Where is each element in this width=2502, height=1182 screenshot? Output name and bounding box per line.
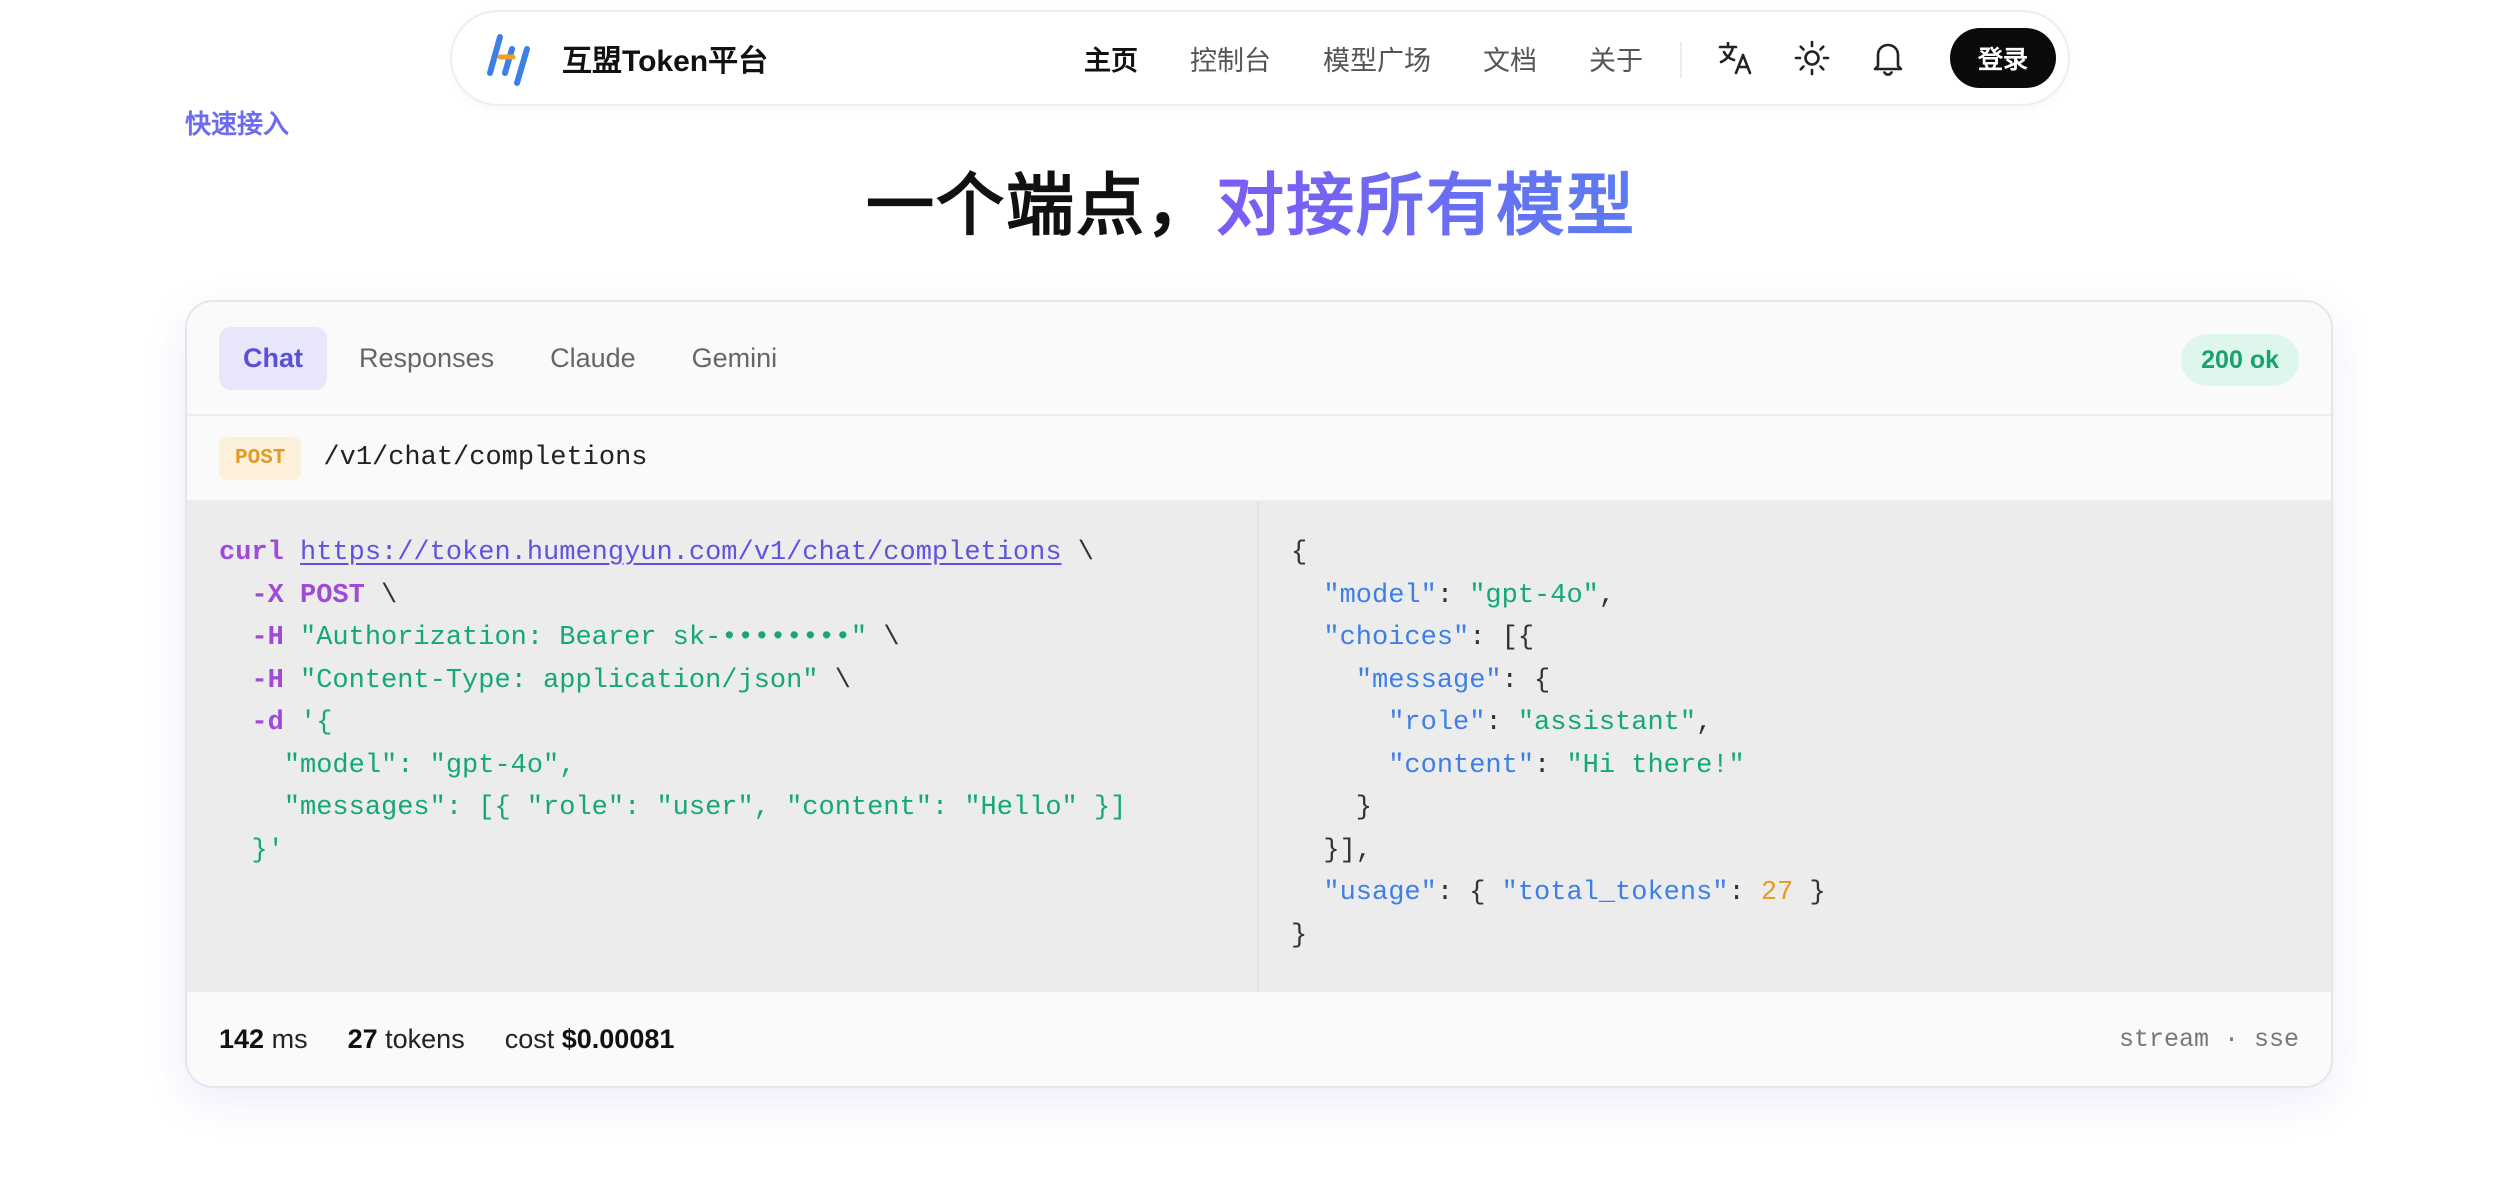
theme-sun-icon[interactable]: [1790, 36, 1834, 80]
cost-metric: cost $0.00081: [504, 1023, 675, 1054]
nav-divider: [1680, 42, 1682, 78]
request-url-link[interactable]: https://token.humengyun.com/v1/chat/comp…: [300, 538, 1062, 568]
code-line: "messages": [{ "role": "user", "content"…: [283, 793, 1127, 823]
code-line: "message": {: [1355, 665, 1551, 696]
code-line: }: [1291, 793, 1373, 823]
api-demo-card: Chat Responses Claude Gemini 200 ok POST…: [185, 300, 2333, 1088]
code-line: -d '{: [251, 708, 333, 738]
code-line: -H "Content-Type: application/json" \: [251, 665, 851, 696]
tab-gemini[interactable]: Gemini: [668, 327, 802, 390]
nav-links: 主页 控制台 模型广场 文档 关于: [1084, 12, 1695, 104]
status-badge: 200 ok: [2181, 334, 2299, 386]
code-line: "model": "gpt-4o",: [1323, 580, 1616, 611]
tokens-metric: 27 tokens: [347, 1023, 465, 1054]
code-area: curl https://token.humengyun.com/v1/chat…: [187, 502, 2331, 992]
nav-link-docs[interactable]: 文档: [1483, 39, 1537, 78]
nav-link-home[interactable]: 主页: [1084, 39, 1138, 78]
section-tag[interactable]: 快速接入: [185, 104, 289, 141]
code-line: }: [1291, 920, 1308, 951]
nav-link-console[interactable]: 控制台: [1190, 39, 1271, 78]
code-line: "role": "assistant",: [1388, 708, 1713, 738]
endpoint-bar: POST /v1/chat/completions: [187, 416, 2331, 502]
code-line: "choices": [{: [1323, 623, 1535, 653]
brand[interactable]: 互盟Token平台: [486, 29, 768, 87]
nav-link-about[interactable]: 关于: [1589, 39, 1643, 78]
code-line: }': [251, 835, 284, 866]
nav-link-models[interactable]: 模型广场: [1323, 39, 1431, 78]
code-line: {: [1291, 538, 1308, 568]
code-line: -X POST \: [251, 580, 398, 611]
latency-metric: 142 ms: [219, 1023, 308, 1054]
hero-title: 一个端点，对接所有模型: [0, 150, 2502, 249]
stream-mode-label: stream · sse: [2118, 1024, 2299, 1054]
hero-title-accent: 对接所有模型: [1216, 168, 1637, 244]
response-code-pane: { "model": "gpt-4o", "choices": [{ "mess…: [1259, 502, 2331, 992]
code-line: -H "Authorization: Bearer sk-••••••••" \: [251, 623, 900, 653]
request-code-pane: curl https://token.humengyun.com/v1/chat…: [187, 502, 1259, 992]
brand-name: 互盟Token平台: [562, 45, 769, 78]
nav-actions: [1714, 12, 1942, 104]
top-navigation: 互盟Token平台 主页 控制台 模型广场 文档 关于 登录: [450, 10, 2070, 106]
notification-bell-icon[interactable]: [1866, 36, 1910, 80]
tab-claude[interactable]: Claude: [526, 327, 660, 390]
api-tabs: Chat Responses Claude Gemini 200 ok: [187, 302, 2331, 416]
http-method-badge: POST: [219, 436, 302, 480]
code-line: }],: [1291, 835, 1373, 866]
tab-chat[interactable]: Chat: [219, 326, 327, 390]
metrics-footer: 142 ms 27 tokens cost $0.00081 stream · …: [187, 992, 2331, 1086]
code-line: "content": "Hi there!": [1388, 750, 1745, 781]
tab-responses[interactable]: Responses: [335, 327, 518, 390]
hero-title-plain: 一个端点，: [865, 168, 1216, 244]
code-line: "usage": { "total_tokens": 27 }: [1323, 878, 1826, 908]
login-button[interactable]: 登录: [1950, 28, 2056, 88]
endpoint-path: /v1/chat/completions: [323, 443, 648, 473]
code-line: "model": "gpt-4o",: [283, 750, 576, 781]
code-line: curl https://token.humengyun.com/v1/chat…: [219, 538, 1094, 568]
brand-logo-icon: [487, 34, 530, 86]
translate-icon[interactable]: [1714, 36, 1758, 80]
